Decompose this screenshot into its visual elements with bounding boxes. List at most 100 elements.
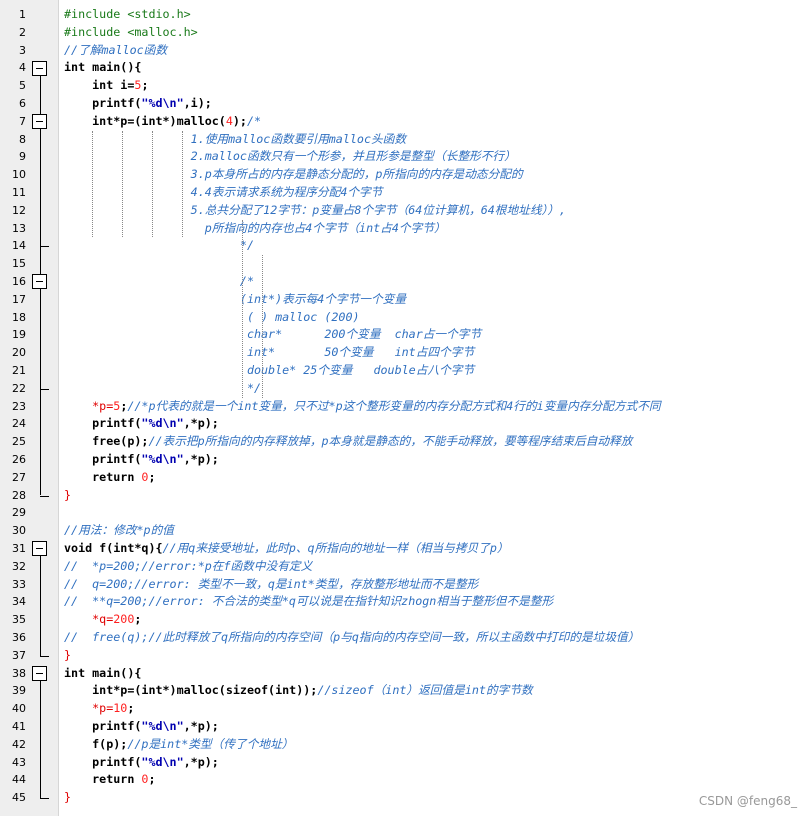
- code-token: //用q来接受地址，此时p、q所指向的地址一样（相当与拷贝了p）: [162, 541, 509, 555]
- code-line[interactable]: return 0;: [64, 771, 156, 789]
- code-line[interactable]: int*p=(int*)malloc(4);/*: [64, 113, 261, 131]
- code-token: }: [64, 487, 72, 502]
- code-line[interactable]: #include <stdio.h>: [64, 6, 191, 24]
- fold-toggle-icon[interactable]: [32, 114, 47, 130]
- code-line[interactable]: printf("%d\n",*p);: [64, 451, 219, 469]
- code-token: }: [64, 647, 72, 662]
- code-token: );: [232, 113, 247, 128]
- indent-guide: [242, 219, 243, 398]
- fold-end-marker: [40, 246, 49, 248]
- code-token: 5.总共分配了12字节：p变量占8个字节（64位计算机，64根地址线））,: [64, 202, 567, 217]
- fold-toggle-icon[interactable]: [32, 60, 47, 76]
- code-line[interactable]: int main(){: [64, 59, 141, 77]
- code-line[interactable]: return 0;: [64, 469, 156, 487]
- line-number: 36: [12, 631, 26, 644]
- line-number: 31: [12, 542, 26, 555]
- line-number: 15: [12, 257, 26, 271]
- code-line[interactable]: */: [64, 237, 254, 255]
- fold-end-marker: [40, 495, 49, 497]
- code-line[interactable]: // **q=200;//error: 不合法的类型*q可以说是在指针知识zho…: [64, 593, 553, 611]
- code-token: //sizeof（int）返回值是int的字节数: [317, 683, 533, 698]
- code-line[interactable]: f(p);//p是int*类型（传了个地址）: [64, 736, 293, 754]
- code-token: printf(: [64, 754, 142, 769]
- code-line[interactable]: *p=5;//*p代表的就是一个int变量，只不过*p这个整形变量的内存分配方式…: [64, 398, 661, 416]
- line-number: 1: [19, 8, 26, 21]
- line-number: 7: [19, 114, 26, 128]
- code-line[interactable]: //用法：修改*p的值: [64, 522, 174, 540]
- code-token: void f(int*q){: [64, 541, 163, 555]
- code-line[interactable]: ( ) malloc (200): [64, 309, 360, 327]
- line-number: 30: [12, 524, 26, 538]
- code-token: #include <malloc.h>: [64, 24, 198, 39]
- code-line[interactable]: int* 50个变量 int占四个字节: [64, 344, 474, 362]
- code-line[interactable]: *q=200;: [64, 611, 141, 629]
- code-line[interactable]: // free(q);//此时释放了q所指向的内存空间（p与q指向的内存空间一致…: [64, 629, 639, 647]
- code-token: *p=: [64, 398, 114, 413]
- code-line[interactable]: char* 200个变量 char占一个字节: [64, 326, 481, 344]
- code-line[interactable]: int main(){: [64, 665, 141, 683]
- code-token: ;: [127, 701, 135, 716]
- code-line[interactable]: (int*)表示每4个字节一个变量: [64, 291, 406, 309]
- code-line[interactable]: 2.malloc函数只有一个形参，并且形参是整型（长整形不行）: [64, 148, 516, 166]
- code-line[interactable]: free(p);//表示把p所指向的内存释放掉，p本身就是静态的，不能手动释放，…: [64, 433, 632, 451]
- code-line[interactable]: printf("%d\n",*p);: [64, 415, 219, 433]
- code-line[interactable]: #include <malloc.h>: [64, 24, 198, 42]
- code-line[interactable]: */: [64, 380, 261, 398]
- code-token: ,*p);: [183, 754, 219, 769]
- code-line[interactable]: 3.p本身所占的内存是静态分配的，p所指向的内存是动态分配的: [64, 166, 523, 184]
- code-token: ;: [148, 772, 156, 787]
- code-line[interactable]: int i=5;: [64, 77, 148, 95]
- line-number: 29: [12, 506, 26, 520]
- code-token: f(p);: [64, 736, 128, 751]
- code-editor[interactable]: 1 2 3 4 5 6 7 8 9 10 11 12 13 14 15 16 17 18 19 20 21 22 23 24 2…: [0, 0, 809, 816]
- code-token: //*p代表的就是一个int变量，只不过*p这个整形变量的内存分配方式和4行的i…: [127, 398, 661, 413]
- fold-end-marker: [40, 798, 49, 800]
- line-number: 44: [12, 773, 26, 787]
- code-token: return: [64, 772, 142, 787]
- indent-guide: [262, 255, 263, 398]
- line-number: 37: [12, 648, 26, 662]
- line-number: 20: [12, 346, 26, 360]
- code-line[interactable]: printf("%d\n",*p);: [64, 718, 219, 736]
- code-token: "%d\n": [141, 96, 184, 110]
- code-token: ,*p);: [183, 416, 219, 431]
- code-token: ;: [141, 78, 149, 93]
- code-token: #include <stdio.h>: [64, 7, 191, 21]
- code-line[interactable]: //了解malloc函数: [64, 42, 167, 60]
- code-line[interactable]: // *p=200;//error:*p在f函数中没有定义: [64, 558, 312, 576]
- line-number: 18: [12, 310, 26, 324]
- indent-guide: [92, 130, 93, 238]
- code-line[interactable]: 4.4表示请求系统为程序分配4个字节: [64, 184, 383, 202]
- code-line[interactable]: /*: [64, 273, 254, 291]
- line-number: 6: [19, 97, 26, 110]
- code-line[interactable]: 5.总共分配了12字节：p变量占8个字节（64位计算机，64根地址线））,: [64, 202, 566, 220]
- code-line[interactable]: void f(int*q){//用q来接受地址，此时p、q所指向的地址一样（相当…: [64, 540, 509, 558]
- code-line[interactable]: printf("%d\n",i);: [64, 95, 212, 113]
- code-token: double* 25个变量 double占八个字节: [64, 363, 475, 377]
- fold-toggle-icon[interactable]: [32, 274, 47, 290]
- line-number: 14: [12, 239, 26, 253]
- line-number: 4: [19, 61, 26, 75]
- code-line[interactable]: }: [64, 789, 71, 807]
- code-line[interactable]: double* 25个变量 double占八个字节: [64, 362, 474, 380]
- line-number: 19: [12, 328, 26, 342]
- line-number: 39: [12, 684, 26, 698]
- code-line[interactable]: // q=200;//error: 类型不一致，q是int*类型，存放整形地址而…: [64, 576, 478, 594]
- code-line[interactable]: int*p=(int*)malloc(sizeof(int));//sizeof…: [64, 682, 533, 700]
- line-number: 28: [12, 488, 26, 502]
- code-token: ;: [148, 469, 156, 484]
- code-line[interactable]: printf("%d\n",*p);: [64, 754, 219, 772]
- code-token: 4: [225, 113, 233, 128]
- code-line[interactable]: }: [64, 647, 71, 665]
- fold-end-marker: [40, 388, 49, 390]
- fold-toggle-icon[interactable]: [32, 541, 47, 557]
- code-line[interactable]: *p=10;: [64, 700, 134, 718]
- line-number: 16: [12, 275, 26, 288]
- code-line[interactable]: }: [64, 487, 71, 505]
- code-line[interactable]: 1.使用malloc函数要引用malloc头函数: [64, 131, 406, 149]
- line-number: 45: [12, 791, 26, 805]
- code-token: int main(){: [64, 665, 142, 680]
- fold-end-marker: [40, 655, 49, 657]
- fold-toggle-icon[interactable]: [32, 666, 47, 681]
- code-token: "%d\n": [141, 719, 184, 733]
